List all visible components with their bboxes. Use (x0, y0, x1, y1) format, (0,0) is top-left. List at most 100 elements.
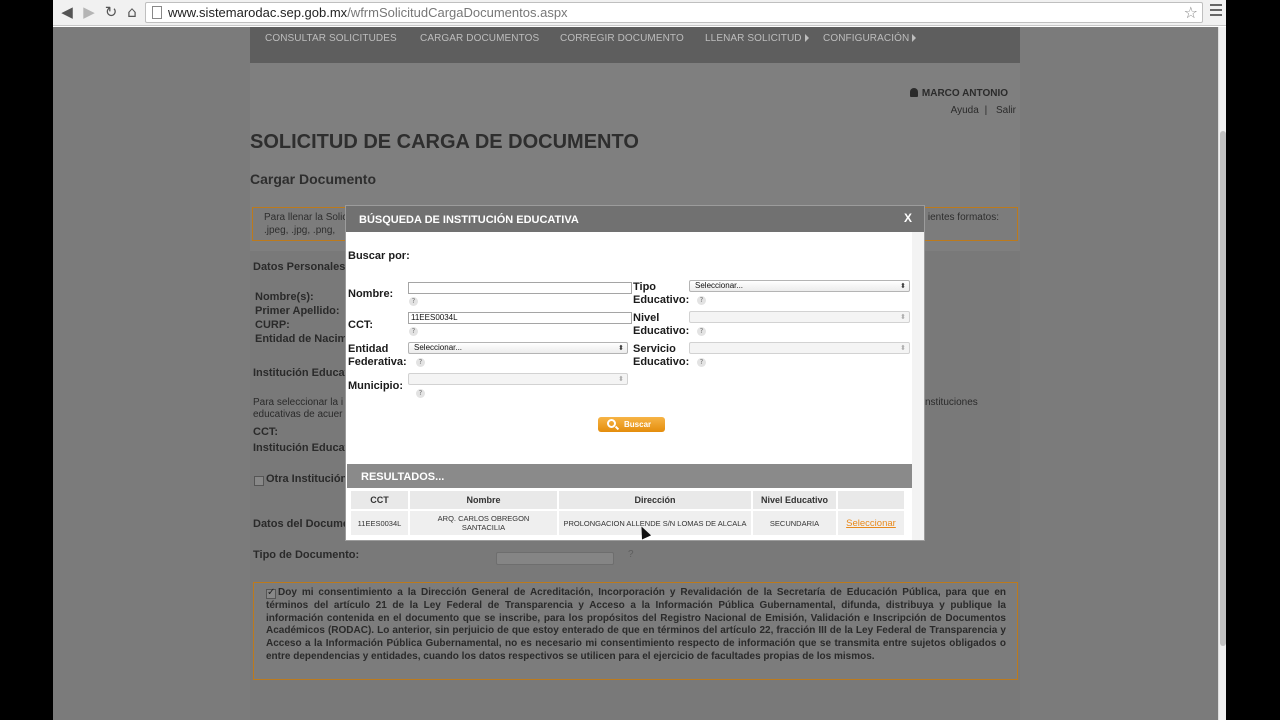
label-nombres: Nombre(s): (255, 291, 314, 303)
cell-nombre: ARQ. CARLOS OBREGON SANTACILIA (410, 509, 557, 535)
servicio-label: Servicio Educativo: (633, 343, 689, 369)
cell-direccion: PROLONGACION ALLENDE S/N LOMAS DE ALCALA (559, 509, 751, 535)
nav-corregir-documento[interactable]: CORREGIR DOCUMENTO (560, 33, 684, 44)
nav-llenar-solicitud-label: LLENAR SOLICITUD (705, 33, 802, 44)
select-arrows-icon: ⬍ (900, 313, 906, 321)
search-button[interactable]: Buscar (598, 417, 665, 432)
personal-data-heading: Datos Personales: (253, 261, 349, 273)
reload-icon[interactable]: ↻ (102, 3, 120, 21)
back-arrow-icon[interactable]: ◀ (58, 3, 76, 21)
home-icon[interactable]: ⌂ (123, 3, 141, 21)
col-cct: CCT (351, 491, 408, 509)
cell-nivel: SECUNDARIA (753, 509, 836, 535)
select-arrows-icon: ⬍ (900, 344, 906, 352)
buscar-por-label: Buscar por: (348, 250, 410, 262)
municipio-select[interactable]: ⬍ (408, 373, 628, 385)
nivel-label-line1: Nivel (633, 312, 660, 324)
servicio-label-line1: Servicio (633, 343, 676, 355)
cell-cct: 11EES0034L (351, 509, 408, 535)
nav-consultar-solicitudes[interactable]: CONSULTAR SOLICITUDES (265, 33, 397, 44)
col-direccion: Dirección (559, 491, 751, 509)
page-title: SOLICITUD DE CARGA DE DOCUMENTO (250, 131, 639, 153)
user-info: MARCO ANTONIO (909, 88, 1008, 99)
tipo-educativo-select[interactable]: Seleccionar... ⬍ (689, 280, 910, 292)
top-nav: CONSULTAR SOLICITUDES CARGAR DOCUMENTOS … (250, 27, 1020, 63)
tipo-label: Tipo Educativo: (633, 281, 689, 307)
browser-toolbar: ◀ ▶ ↻ ⌂ www.sistemarodac.sep.gob.mx/wfrm… (53, 0, 1226, 26)
nav-llenar-solicitud[interactable]: LLENAR SOLICITUD (705, 33, 809, 44)
entidad-select-value: Seleccionar... (414, 343, 463, 352)
help-icon[interactable]: ? (416, 358, 425, 367)
forward-arrow-icon[interactable]: ▶ (80, 3, 98, 21)
nombre-input[interactable] (408, 282, 632, 294)
nav-configuracion[interactable]: CONFIGURACIÓN (823, 33, 917, 44)
help-icon[interactable]: ? (409, 327, 418, 336)
chevron-right-icon (912, 34, 917, 42)
institution-heading: Institución Educat (253, 367, 349, 379)
help-icon[interactable]: ? (697, 358, 706, 367)
otra-institucion-checkbox[interactable] (254, 476, 264, 486)
select-institution-link[interactable]: Seleccionar (838, 509, 904, 535)
help-icon[interactable]: ? (697, 296, 706, 305)
menu-icon[interactable] (1210, 4, 1222, 19)
tipo-label-line2: Educativo: (633, 294, 690, 306)
help-icon[interactable]: ? (697, 327, 706, 336)
results-header-row: CCT Nombre Dirección Nivel Educativo (351, 491, 904, 509)
nivel-label: Nivel Educativo: (633, 312, 689, 338)
help-icon[interactable]: ? (416, 389, 425, 398)
col-nombre: Nombre (410, 491, 557, 509)
label-tipo-documento: Tipo de Documento: (253, 549, 360, 561)
select-arrows-icon: ⬍ (900, 282, 906, 290)
table-row: 11EES0034L ARQ. CARLOS OBREGON SANTACILIA… (351, 509, 904, 535)
tipo-documento-select[interactable] (496, 552, 614, 565)
info-text-line1: Para llenar la Solic (264, 212, 348, 223)
help-icon[interactable]: ? (409, 297, 418, 306)
info-text-line2: .jpeg, .jpg, .png, (264, 225, 336, 236)
modal-body: Buscar por: Nombre: ? CCT: 11EES0034L ? … (346, 232, 924, 540)
cct-input[interactable]: 11EES0034L (408, 312, 632, 324)
col-action (838, 491, 904, 509)
search-button-label: Buscar (624, 420, 652, 429)
modal-scroll-strip (912, 232, 924, 540)
label-entidad-nacimiento: Entidad de Nacim (255, 333, 348, 345)
nivel-educativo-select[interactable]: ⬍ (689, 311, 910, 323)
select-note-right: nstituciones (925, 397, 978, 408)
consent-box: Doy mi consentimiento a la Dirección Gen… (253, 582, 1018, 680)
entidad-select[interactable]: Seleccionar... ⬍ (408, 342, 628, 354)
entidad-label-line2: Federativa: (348, 356, 407, 368)
help-icon[interactable]: ? (628, 549, 634, 560)
label-institucion: Institución Educat (253, 442, 349, 454)
document-data-heading: Datos del Docume (253, 518, 349, 530)
page-icon (152, 6, 162, 19)
label-cct: CCT: (253, 426, 279, 438)
label-primer-apellido: Primer Apellido: (255, 305, 340, 317)
page-scrollbar[interactable] (1218, 27, 1226, 720)
user-links: Ayuda | Salir (951, 105, 1016, 116)
nav-configuracion-label: CONFIGURACIÓN (823, 33, 910, 44)
info-text-right: ientes formatos: (927, 212, 999, 223)
servicio-educativo-select[interactable]: ⬍ (689, 342, 910, 354)
close-icon[interactable]: X (904, 211, 912, 225)
results-table: CCT Nombre Dirección Nivel Educativo 11E… (349, 491, 906, 535)
screen: ◀ ▶ ↻ ⌂ www.sistemarodac.sep.gob.mx/wfrm… (0, 0, 1280, 720)
nav-cargar-documentos[interactable]: CARGAR DOCUMENTOS (420, 33, 539, 44)
scrollbar-thumb[interactable] (1220, 131, 1226, 646)
municipio-label: Municipio: (348, 380, 403, 392)
chevron-right-icon (804, 34, 809, 42)
help-link[interactable]: Ayuda (951, 105, 979, 116)
label-otra-institucion: Otra Institución (266, 473, 348, 485)
letterbox-right (1226, 0, 1280, 720)
bookmark-star-icon[interactable]: ☆ (1184, 3, 1198, 22)
logout-link[interactable]: Salir (996, 105, 1016, 116)
nivel-label-line2: Educativo: (633, 325, 690, 337)
address-bar[interactable]: www.sistemarodac.sep.gob.mx/wfrmSolicitu… (145, 2, 1203, 23)
tipo-label-line1: Tipo (633, 281, 657, 293)
browser-window: ◀ ▶ ↻ ⌂ www.sistemarodac.sep.gob.mx/wfrm… (53, 0, 1226, 720)
url-text: www.sistemarodac.sep.gob.mx/wfrmSolicitu… (168, 5, 568, 21)
magnifier-icon (607, 419, 616, 428)
cell-nombre-line2: SANTACILIA (461, 523, 506, 532)
institution-search-modal: BÚSQUEDA DE INSTITUCIÓN EDUCATIVA X Busc… (345, 205, 925, 541)
page-subtitle: Cargar Documento (250, 171, 377, 187)
user-name: MARCO ANTONIO (921, 88, 1008, 99)
nombre-label: Nombre: (348, 288, 394, 300)
